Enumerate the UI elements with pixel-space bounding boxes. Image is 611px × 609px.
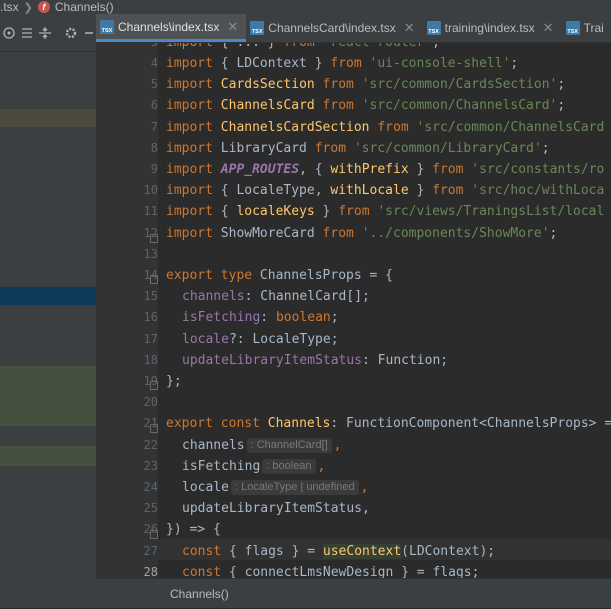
code-breadcrumb[interactable]: Channels() (96, 578, 611, 608)
line-number: 10 (143, 183, 158, 197)
line-number: 27 (143, 544, 158, 558)
code-line-12: import ShowMoreCard from '../components/… (166, 226, 558, 241)
fold-icon[interactable] (150, 275, 158, 284)
line-number: 9 (150, 162, 158, 176)
line-number-current: 28 (143, 565, 158, 578)
fold-icon[interactable] (150, 381, 158, 390)
code-line-4: import { LDContext } from 'ui-console-sh… (166, 56, 519, 71)
line-number: 11 (143, 204, 158, 218)
tab-training-overflow[interactable]: TSX Trai (562, 14, 611, 42)
tsx-file-icon: TSX (250, 21, 265, 35)
collapse-all-icon[interactable] (20, 24, 34, 42)
tab-label: Trai (583, 21, 604, 35)
code-line-15: channels: ChannelCard[]; (182, 289, 370, 304)
navigation-breadcrumb: .tsx ❯ f Channels() (0, 0, 611, 14)
fold-icon[interactable] (150, 424, 158, 433)
tsx-file-icon: TSX (426, 21, 441, 35)
line-number-gutter: 3 4 5 6 7 8 9 10 11 12 13 14 15 16 17 18… (96, 43, 158, 578)
line-number: 8 (150, 141, 158, 155)
line-number: 20 (143, 395, 158, 409)
line-number: 22 (143, 438, 158, 452)
code-line-6: import ChannelsCard from 'src/common/Cha… (166, 98, 566, 113)
line-number: 18 (143, 353, 158, 367)
tab-label: training\index.tsx (444, 21, 535, 35)
chevron-right-icon: ❯ (23, 1, 33, 14)
tab-training-index[interactable]: TSX training\index.tsx ✕ (423, 14, 562, 42)
line-number: 13 (143, 247, 158, 261)
target-icon[interactable] (2, 24, 16, 42)
gear-icon[interactable] (64, 24, 78, 42)
breadcrumb-symbol[interactable]: Channels() (55, 0, 114, 14)
expand-collapse-icon[interactable] (38, 24, 52, 42)
tsx-file-icon: TSX (100, 19, 114, 34)
line-number: 16 (143, 310, 158, 324)
tab-label: ChannelsCard\index.tsx (268, 21, 396, 35)
code-line-8: import LibraryCard from 'src/common/Libr… (166, 141, 550, 156)
fold-icon[interactable] (150, 530, 158, 539)
tree-row-highlighted[interactable] (0, 109, 96, 127)
line-number: 6 (150, 98, 158, 112)
code-line-17: locale?: LocaleType; (182, 332, 339, 347)
code-line-23: isFetching: boolean, (182, 459, 326, 474)
line-number: 4 (150, 56, 158, 70)
code-line-22: channels: ChannelCard[], (182, 438, 342, 453)
line-number: 3 (118, 43, 158, 53)
code-line-7: import ChannelsCardSection from 'src/com… (166, 120, 605, 135)
code-line-28: const { connectLmsNewDesign } = flags; (182, 565, 480, 578)
tree-rows-modified[interactable] (0, 366, 96, 426)
line-number: 5 (150, 77, 158, 91)
line-number: 23 (143, 459, 158, 473)
code-line-11: import { localeKeys } from 'src/views/Tr… (166, 204, 605, 219)
minimize-icon[interactable] (82, 24, 96, 42)
code-line-26: }) => { (166, 522, 221, 537)
close-icon[interactable]: ✕ (227, 19, 238, 35)
line-number: 24 (143, 480, 158, 494)
code-editor[interactable]: 3 4 5 6 7 8 9 10 11 12 13 14 15 16 17 18… (96, 43, 611, 578)
line-number: 25 (143, 501, 158, 515)
tab-label: Channels\index.tsx (118, 19, 220, 34)
code-line-19: }; (166, 374, 182, 389)
code-line-3: import { ... } from 'react-router'; (166, 43, 440, 53)
code-line-10: import { LocaleType, withLocale } from '… (166, 183, 605, 198)
tree-row-selected[interactable] (0, 287, 96, 305)
code-line-24: locale: LocaleType | undefined, (182, 480, 369, 495)
code-line-16: isFetching: boolean; (182, 310, 339, 325)
tree-row-modified[interactable] (0, 446, 96, 466)
code-line-9: import APP_ROUTES, { withPrefix } from '… (166, 162, 605, 177)
code-line-14: export type ChannelsProps = { (166, 268, 393, 283)
close-icon[interactable]: ✕ (543, 20, 554, 36)
code-breadcrumb-item[interactable]: Channels() (170, 587, 229, 601)
tab-channelscard-index[interactable]: TSX ChannelsCard\index.tsx ✕ (246, 14, 422, 42)
function-icon: f (37, 1, 50, 13)
code-line-18: updateLibraryItemStatus: Function; (182, 353, 449, 368)
line-number: 15 (143, 289, 158, 303)
project-panel (0, 14, 96, 608)
tab-channels-index[interactable]: TSX Channels\index.tsx ✕ (96, 14, 247, 42)
code-area[interactable]: import { ... } from 'react-router'; impo… (158, 43, 611, 578)
code-line-27: const { flags } = useContext(LDContext); (182, 544, 496, 559)
breadcrumb-file[interactable]: .tsx (0, 0, 19, 14)
line-number: 7 (150, 120, 158, 134)
line-number: 17 (143, 332, 158, 346)
code-line-5: import CardsSection from 'src/common/Car… (166, 77, 566, 92)
code-line-21: export const Channels: FunctionComponent… (166, 416, 611, 431)
code-line-25: updateLibraryItemStatus, (182, 501, 370, 516)
close-icon[interactable]: ✕ (404, 20, 415, 36)
tsx-file-icon: TSX (565, 21, 580, 35)
project-toolbar (0, 14, 96, 52)
fold-icon[interactable] (150, 234, 158, 243)
editor-tab-bar: TSX Channels\index.tsx ✕ TSX ChannelsCar… (96, 14, 611, 43)
